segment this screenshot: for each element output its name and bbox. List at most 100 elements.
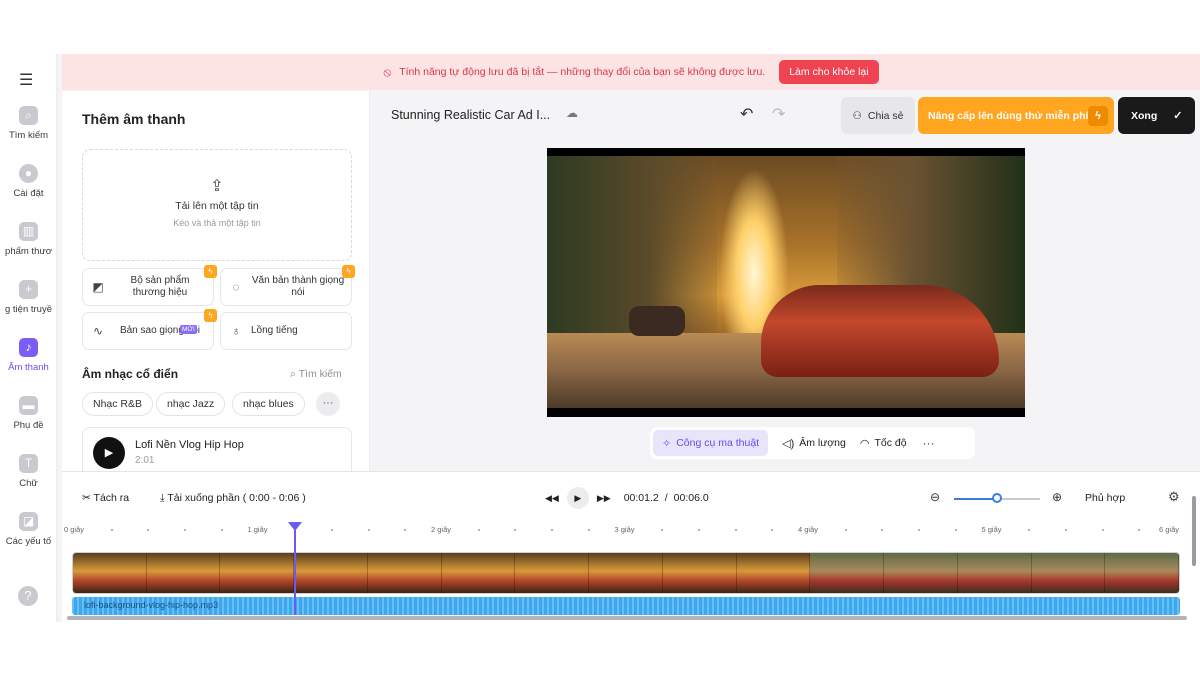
check-icon: ✓ [1173,110,1183,122]
zoom-slider-knob[interactable] [992,493,1002,503]
redo-icon[interactable]: ↷ [772,104,785,124]
upload-dropzone[interactable]: ⇪ Tải lên một tập tin Kéo và thả một tập… [82,149,352,261]
rail-item-audio[interactable]: ♪ Âm thanh [0,338,57,388]
ruler-dot [514,529,517,531]
skip-forward-icon[interactable]: ▶▶ [597,493,611,504]
ruler-dot [147,529,150,531]
brand-kit-button[interactable]: ◩ Bộ sản phẩm thương hiệu ϟ [82,265,217,306]
clip-thumbnail [957,553,1032,593]
download-section-button[interactable]: ⤓ Tải xuống phần ( 0:00 - 0:06 ) [160,492,306,505]
speedometer-icon: ◠ [859,437,870,450]
ruler-dot [844,529,847,531]
genre-chip[interactable]: Nhạc R&B [82,392,154,416]
download-label: Tải xuống phần [167,492,240,504]
play-icon[interactable]: ▶ [566,487,589,509]
audio-clip[interactable]: lofi-background-vlog-hip-hop.mp3 [72,597,1180,615]
ruler-tick-label: 4 giây [798,525,819,534]
project-title[interactable]: Stunning Realistic Car Ad I... [391,108,550,122]
ruler-dot [697,529,700,531]
playhead[interactable] [288,522,303,615]
rail-item-subtitles[interactable]: ▬ Phụ đề [0,396,57,446]
rail-item-text[interactable]: T Chữ [0,454,57,504]
undo-icon[interactable]: ↶ [740,104,753,124]
ruler-dot [1138,529,1141,531]
clip-thumbnail [220,553,295,593]
rail-item-elements[interactable]: ◪ Các yếu tố [0,512,57,562]
brand-kit-icon: ◩ [92,280,104,294]
text-icon: T [19,454,38,473]
zoom-in-icon[interactable]: ⊕ [1052,490,1062,504]
waveform-icon: ∿ [92,324,104,338]
video-preview[interactable] [547,148,1025,417]
ruler-dot [110,529,113,531]
clip-thumbnail [515,553,590,593]
clip-thumbnail [367,553,442,593]
ruler-dot [661,529,664,531]
done-button[interactable]: Xong ✓ [1118,97,1195,134]
track-title: Lofi Nền Vlog Hip Hop [135,439,244,451]
hamburger-icon[interactable]: ☰ [19,70,33,90]
banner-message: Tính năng tự động lưu đã bị tắt — những … [399,66,766,78]
upload-subtitle: Kéo và thả một tập tin [173,218,261,228]
rail-item-label: phẩm thươ [5,246,52,257]
section-search[interactable]: ⌕ Tìm kiếm [290,368,342,381]
track-card[interactable]: ▶ Lofi Nền Vlog Hip Hop 2:01 [82,427,352,471]
re-enable-autosave-button[interactable]: Làm cho khỏe lại [779,60,879,84]
rail-item-brand-kit[interactable]: ▥ phẩm thươ [0,222,57,272]
rail-item-label: Tìm kiếm [8,130,49,141]
bolt-icon: ϟ [204,309,217,322]
magic-tools-button[interactable]: ✧ Công cụ ma thuật [653,430,769,456]
genre-chip[interactable]: nhạc Jazz [156,392,226,416]
horizontal-scrollbar[interactable] [67,616,1187,620]
rail-item-label: g tiện truyề [5,304,52,315]
speed-button[interactable]: ◠ Tốc độ [860,437,907,450]
rail-item-label: Cài đặt [13,188,44,199]
bolt-icon: ϟ [342,265,355,278]
playback-controls: ◀◀ ▶ ▶▶ 00:01.2 / 00:06.0 [542,487,709,509]
time-ruler[interactable]: 0 giây 1 giây 2 giây 3 giây 4 giây 5 giây 6 gi… [62,524,1200,538]
zoom-slider[interactable] [954,493,1040,503]
rail-item-search[interactable]: ⌕ Tìm kiếm [0,106,57,156]
magic-tools-label: Công cụ ma thuật [676,437,760,449]
more-chips-button[interactable]: ··· [316,392,340,416]
video-clip[interactable] [72,552,1180,594]
fit-button[interactable]: Phủ hợp [1085,492,1125,504]
rail-item-label: Các yếu tố [5,536,52,547]
play-icon[interactable]: ▶ [93,437,125,469]
help-icon[interactable]: ? [18,586,38,606]
time-separator: / [664,492,668,504]
upgrade-button[interactable]: Nâng cấp lên dùng thử miễn phí ϟ [918,97,1114,134]
playhead-handle[interactable] [288,522,303,531]
ruler-dot [404,529,407,531]
ruler-dot [734,529,737,531]
total-time: 00:06.0 [673,492,709,504]
zoom-out-icon[interactable]: ⊖ [930,490,940,504]
dubbing-button[interactable]: ♁ Lồng tiếng [220,312,352,350]
volume-button[interactable]: ◁) Âm lượng [782,437,846,450]
share-button[interactable]: ⚇ Chia sẻ [841,97,915,134]
zoom-slider-fill [954,498,997,500]
ruler-dot [918,529,921,531]
ruler-dot [1101,529,1104,531]
split-button[interactable]: ✂ Tách ra [82,492,129,504]
audio-clip-name: lofi-background-vlog-hip-hop.mp3 [84,600,219,610]
ruler-dot [220,529,223,531]
ruler-dot [1064,529,1067,531]
more-options-icon[interactable]: ··· [923,436,935,450]
share-label: Chia sẻ [867,109,904,122]
skip-back-icon[interactable]: ◀◀ [545,493,559,504]
rail-item-media[interactable]: + g tiện truyề [0,280,57,330]
genre-chip[interactable]: nhạc blues [232,392,305,416]
voice-clone-button[interactable]: ∿ Bản sao giọng nói MỚI ϟ [82,309,217,350]
text-to-speech-button[interactable]: ◌ Văn bản thành giọng nói ϟ [220,265,355,306]
tool-label: Lồng tiếng [251,325,298,336]
gear-icon[interactable]: ⚙ [1168,489,1180,505]
ruler-tick-label: 6 giây [1159,525,1180,534]
scissors-icon: ✂ [82,492,91,504]
vertical-scrollbar[interactable] [1192,496,1196,566]
tool-label: Văn bản thành giọng nói [251,275,345,298]
rail-item-settings[interactable]: ● Cài đặt [0,164,57,214]
speed-label: Tốc độ [874,437,907,449]
clip-thumbnail [662,553,737,593]
media-plus-icon: + [19,280,38,299]
